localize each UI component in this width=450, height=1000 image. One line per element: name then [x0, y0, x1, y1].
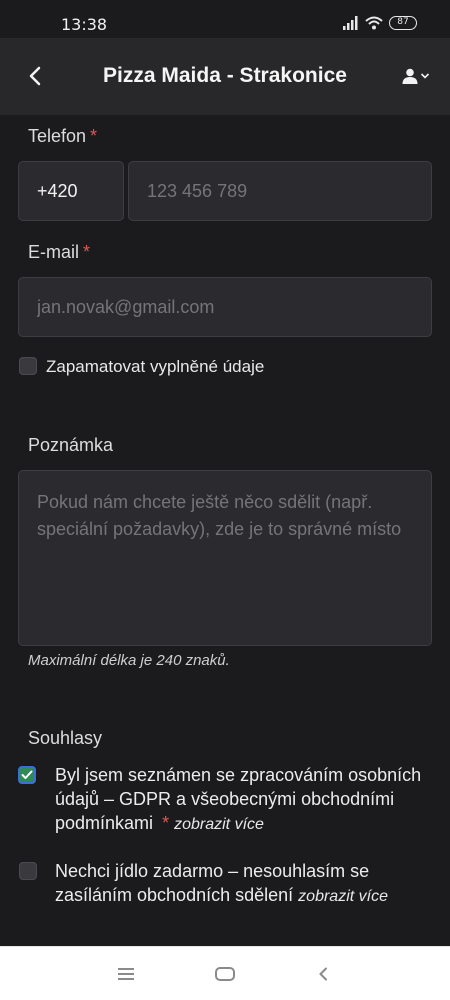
page-title: Pizza Maida - Strakonice — [103, 64, 347, 87]
marketing-checkbox[interactable] — [19, 862, 37, 880]
remember-label: Zapamatovat vyplněné údaje — [46, 357, 265, 376]
recent-apps-button[interactable] — [114, 964, 138, 984]
status-icons: 87 — [343, 16, 417, 30]
marketing-consent-text: Nechci jídlo zadarmo – nesouhlasím se za… — [55, 859, 435, 909]
app-header: Pizza Maida - Strakonice — [0, 38, 450, 115]
required-mark: * — [83, 242, 91, 262]
note-textarea[interactable] — [18, 470, 432, 646]
required-mark: * — [90, 126, 98, 146]
system-back-button[interactable] — [311, 964, 335, 984]
chevron-left-icon — [319, 967, 327, 981]
battery-icon: 87 — [389, 16, 417, 30]
phone-prefix-input[interactable] — [18, 161, 124, 221]
phone-input[interactable] — [128, 161, 432, 221]
consents-label: Souhlasy — [28, 728, 103, 748]
check-icon — [21, 770, 33, 779]
chevron-down-icon — [420, 73, 430, 79]
phone-label-text: Telefon — [28, 126, 87, 146]
menu-icon — [118, 968, 134, 980]
home-button[interactable] — [213, 964, 237, 984]
note-hint: Maximální délka je 240 znaků. — [28, 652, 230, 669]
user-icon — [402, 68, 418, 84]
email-label: E-mail * — [28, 242, 90, 263]
status-time: 13:38 — [61, 15, 108, 34]
required-mark: * — [162, 813, 170, 833]
email-input[interactable] — [18, 277, 432, 337]
gdpr-show-more-link[interactable]: zobrazit více — [174, 816, 264, 833]
user-menu-button[interactable] — [396, 64, 430, 88]
marketing-show-more-link[interactable]: zobrazit více — [298, 888, 388, 905]
email-label-text: E-mail — [28, 242, 80, 262]
phone-label: Telefon * — [28, 126, 97, 147]
signal-icon — [343, 16, 358, 30]
home-icon — [215, 967, 235, 981]
note-label: Poznámka — [28, 435, 114, 455]
wifi-icon — [365, 16, 383, 30]
status-bar: 13:38 87 — [0, 0, 450, 38]
system-nav-bar — [0, 946, 450, 1000]
remember-checkbox[interactable] — [19, 357, 37, 375]
gdpr-consent-text: Byl jsem seznámen se zpracováním osobníc… — [55, 763, 435, 837]
gdpr-checkbox[interactable] — [18, 766, 36, 784]
